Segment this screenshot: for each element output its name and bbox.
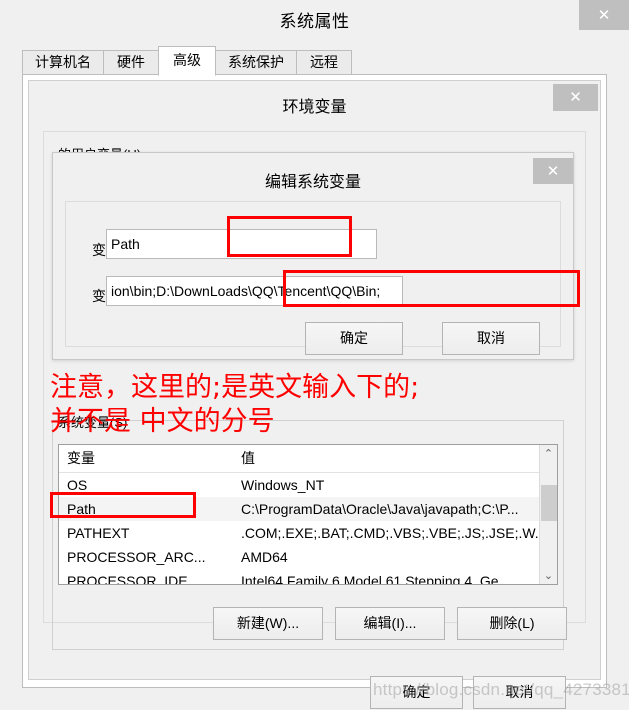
- table-scrollbar[interactable]: ⌃ ⌄: [539, 445, 557, 584]
- scrollbar-thumb[interactable]: [541, 485, 557, 521]
- edit-system-variable-title: 编辑系统变量: [264, 174, 361, 191]
- tab-computer-name[interactable]: 计算机名: [22, 50, 104, 75]
- environment-variables-cancel-button[interactable]: 取消: [473, 676, 566, 709]
- table-row[interactable]: PATHEXT .COM;.EXE;.BAT;.CMD;.VBS;.VBE;.J…: [59, 521, 556, 545]
- cell-variable-name: PROCESSOR_IDE...: [67, 572, 200, 585]
- cell-variable-name: PROCESSOR_ARC...: [67, 548, 206, 565]
- system-properties-title: 系统属性: [279, 12, 350, 31]
- table-row[interactable]: OS Windows_NT: [59, 473, 556, 498]
- tab-strip: 计算机名 硬件 高级 系统保护 远程: [22, 46, 607, 76]
- system-variables-table[interactable]: 变量 值 OS Windows_NT Path C:\ProgramData\O…: [58, 444, 558, 585]
- cell-variable-name: OS: [67, 476, 88, 493]
- table-header-row: 变量 值: [59, 445, 556, 473]
- table-row[interactable]: PROCESSOR_IDE... Intel64 Family 6 Model …: [59, 569, 556, 585]
- close-icon-glyph: ✕: [569, 88, 582, 106]
- close-icon[interactable]: ✕: [553, 84, 598, 111]
- close-icon-glyph: ✕: [546, 162, 560, 180]
- system-variables-label: 系统变量(S): [58, 415, 128, 430]
- tab-advanced[interactable]: 高级: [158, 46, 216, 76]
- cell-variable-value: Windows_NT: [241, 476, 325, 493]
- close-icon[interactable]: ✕: [533, 158, 573, 184]
- cell-variable-name: Path: [59, 497, 233, 521]
- chevron-up-icon[interactable]: ⌃: [540, 445, 557, 462]
- cell-variable-value: AMD64: [241, 548, 288, 565]
- new-variable-button[interactable]: 新建(W)...: [213, 607, 323, 640]
- tab-system-protection[interactable]: 系统保护: [215, 50, 297, 75]
- edit-variable-button[interactable]: 编辑(I)...: [335, 607, 445, 640]
- column-header-variable[interactable]: 变量: [59, 445, 233, 473]
- close-icon[interactable]: ✕: [579, 0, 629, 30]
- screen: 系统属性 ✕ 计算机名 硬件 高级 系统保护 远程 环境变量 ✕ 的用户变量(U…: [0, 0, 629, 710]
- cell-variable-name: PATHEXT: [67, 524, 130, 541]
- close-icon-glyph: ✕: [597, 6, 611, 24]
- tab-remote[interactable]: 远程: [296, 50, 352, 75]
- variables-table: 变量 值 OS Windows_NT Path C:\ProgramData\O…: [59, 445, 556, 585]
- table-row[interactable]: Path C:\ProgramData\Oracle\Java\javapath…: [59, 497, 556, 521]
- environment-variables-title: 环境变量: [282, 99, 347, 116]
- column-header-value[interactable]: 值: [233, 445, 556, 473]
- table-row[interactable]: PROCESSOR_ARC... AMD64: [59, 545, 556, 569]
- variable-value-input[interactable]: [106, 276, 403, 306]
- cell-variable-value: C:\ProgramData\Oracle\Java\javapath;C:\P…: [233, 497, 556, 521]
- cell-variable-value: Intel64 Family 6 Model 61 Stepping 4, Ge…: [241, 572, 511, 585]
- edit-variable-ok-button[interactable]: 确定: [305, 322, 403, 355]
- variable-name-input[interactable]: [106, 229, 377, 259]
- delete-variable-button[interactable]: 删除(L): [457, 607, 567, 640]
- cell-variable-value: .COM;.EXE;.BAT;.CMD;.VBS;.VBE;.JS;.JSE;.…: [241, 524, 547, 541]
- system-properties-titlebar: 系统属性: [0, 0, 629, 36]
- chevron-down-icon[interactable]: ⌄: [540, 567, 557, 584]
- edit-variable-cancel-button[interactable]: 取消: [442, 322, 540, 355]
- environment-variables-ok-button[interactable]: 确定: [370, 676, 463, 709]
- tab-hardware[interactable]: 硬件: [103, 50, 159, 75]
